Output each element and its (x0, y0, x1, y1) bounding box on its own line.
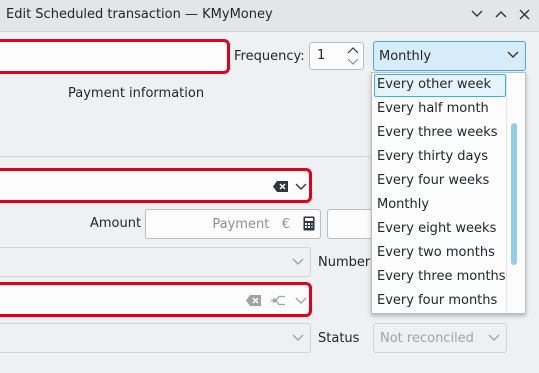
frequency-option-every-four-weeks[interactable]: Every four weeks (374, 170, 506, 193)
category-field[interactable] (0, 282, 312, 317)
minimize-button[interactable] (466, 3, 488, 25)
payment-information-label: Payment information (68, 86, 205, 101)
chevron-down-icon (488, 334, 500, 341)
payment-placeholder: Payment € (212, 217, 290, 232)
chevron-down-icon (292, 258, 304, 265)
frequency-option-every-half-month[interactable]: Every half month (374, 98, 506, 121)
frequency-option-every-thirty-days[interactable]: Every thirty days (374, 146, 506, 169)
chevron-down-icon (471, 10, 483, 17)
frequency-option-every-three-weeks[interactable]: Every three weeks (374, 122, 506, 145)
dropdown-scrollbar-divider (506, 73, 507, 313)
frequency-label: Frequency: (234, 49, 305, 64)
frequency-option-every-four-months[interactable]: Every four months (374, 290, 506, 313)
frequency-combobox[interactable]: Monthly (373, 41, 526, 71)
frequency-selected-value: Monthly (379, 49, 432, 64)
amount-label: Amount (90, 216, 142, 231)
tag-combobox[interactable] (0, 323, 311, 353)
frequency-number-spinbox[interactable]: 1 (309, 42, 364, 70)
frequency-option-every-eight-weeks[interactable]: Every eight weeks (374, 218, 506, 241)
window-titlebar: Edit Scheduled transaction — KMyMoney (0, 0, 539, 32)
payee-field[interactable] (0, 168, 312, 203)
close-button[interactable] (513, 3, 535, 25)
frequency-dropdown-list[interactable]: Every other week Every half month Every … (371, 72, 526, 314)
frequency-option-every-other-week[interactable]: Every other week (374, 74, 506, 97)
chevron-down-icon[interactable] (295, 183, 307, 191)
calculator-icon[interactable] (303, 216, 315, 231)
payment-method-combobox[interactable] (0, 247, 311, 277)
currency-symbol: € (281, 217, 290, 232)
frequency-option-monthly[interactable]: Monthly (374, 194, 506, 217)
chevron-down-icon (507, 51, 519, 58)
payment-amount-field[interactable]: Payment € (145, 209, 321, 239)
spin-arrows-icon[interactable] (346, 45, 360, 67)
split-transaction-icon[interactable] (271, 294, 285, 307)
status-label: Status (318, 331, 360, 346)
frequency-number-value: 1 (317, 48, 326, 63)
chevron-down-icon (292, 334, 304, 341)
number-label: Number (318, 255, 371, 270)
frequency-option-every-three-months[interactable]: Every three months (374, 266, 506, 289)
frequency-option-every-two-months[interactable]: Every two months (374, 242, 506, 265)
chevron-up-icon (495, 11, 507, 18)
close-icon (519, 9, 529, 19)
clear-text-icon[interactable] (246, 295, 262, 306)
chevron-down-icon[interactable] (295, 297, 307, 305)
window-title: Edit Scheduled transaction — KMyMoney (6, 7, 273, 22)
maximize-button[interactable] (490, 3, 512, 25)
status-value: Not reconciled (380, 331, 474, 346)
section-divider (0, 156, 371, 157)
status-combobox[interactable]: Not reconciled (373, 323, 507, 353)
dropdown-scrollbar-thumb[interactable] (511, 123, 517, 265)
schedule-name-field[interactable] (0, 39, 230, 74)
clear-text-icon[interactable] (273, 181, 289, 192)
